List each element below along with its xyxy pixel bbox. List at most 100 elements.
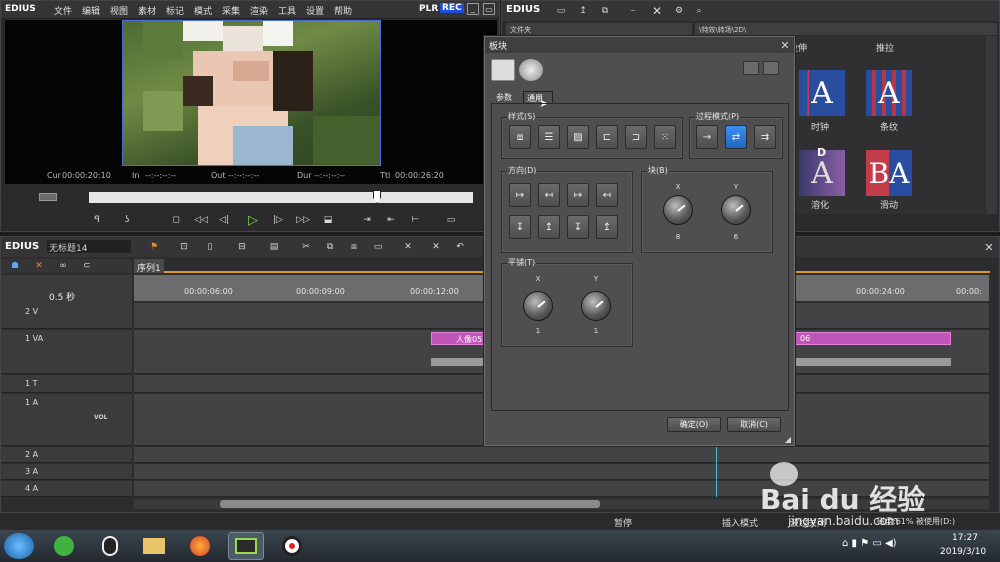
paste-icon[interactable]: ⧈	[347, 240, 361, 254]
resize-grip-icon[interactable]: ◢	[783, 434, 793, 444]
camera-icon[interactable]	[763, 61, 779, 75]
taskbar-app-qq[interactable]	[92, 532, 128, 560]
set-out-icon[interactable]: ʖ	[121, 213, 133, 227]
search-icon[interactable]: ⌕	[692, 4, 706, 18]
link-mode-icon[interactable]: ∞	[55, 260, 71, 272]
process-mode-2-button[interactable]: ⇄	[725, 125, 747, 149]
ok-button[interactable]: 确定(O)	[667, 417, 721, 432]
style-4-button[interactable]: ⊏	[596, 125, 618, 149]
bin-scrollbar[interactable]	[986, 36, 997, 214]
delete-clip-icon[interactable]: ✕	[401, 240, 415, 254]
rec-toggle[interactable]: REC	[440, 3, 464, 13]
link-icon[interactable]: ▭	[371, 240, 385, 254]
insert-icon[interactable]: ⇥	[359, 213, 375, 227]
track-header-3a[interactable]: 3 A	[1, 464, 132, 480]
group-icon[interactable]: ⊂	[79, 260, 95, 272]
ripple-delete-icon[interactable]: ✕	[429, 240, 443, 254]
copy-icon[interactable]: ⧉	[323, 240, 337, 254]
fast-forward-icon[interactable]: ▷▷	[295, 213, 311, 227]
start-button[interactable]	[4, 533, 34, 559]
replace-icon[interactable]: ⊢	[407, 213, 423, 227]
track-header-1t[interactable]: 1 T	[1, 375, 132, 393]
open-file-icon[interactable]: ⊟	[235, 240, 249, 254]
cut-icon[interactable]: ✂	[299, 240, 313, 254]
slide-thumb[interactable]: BA	[866, 150, 912, 196]
direction-4-button[interactable]: ↤	[596, 183, 618, 207]
restore-icon[interactable]: ▭	[483, 3, 495, 15]
track-header-1a[interactable]: 1 A VOL	[1, 394, 132, 446]
tile-x-knob[interactable]	[523, 291, 553, 321]
plr-toggle[interactable]: PLR	[419, 4, 438, 14]
tile-y-knob[interactable]	[581, 291, 611, 321]
minimize-icon[interactable]: _	[467, 3, 479, 15]
direction-5-button[interactable]: ↧	[509, 215, 531, 239]
menu-file[interactable]: 文件	[54, 4, 72, 17]
undo-icon[interactable]: ↶	[453, 240, 467, 254]
taskbar-app-green[interactable]	[46, 532, 82, 560]
stripes-thumb[interactable]: A	[866, 70, 912, 116]
set-in-icon[interactable]: ꟼ	[91, 213, 103, 227]
new-file-icon[interactable]: ▯	[203, 240, 217, 254]
track-header-2v[interactable]: 2 V	[1, 303, 132, 329]
menu-marker[interactable]: 标记	[166, 4, 184, 17]
direction-1-button[interactable]: ↦	[509, 183, 531, 207]
menu-mode[interactable]: 模式	[194, 4, 212, 17]
track-header-2a[interactable]: 2 A	[1, 447, 132, 463]
style-3-button[interactable]: ▨	[567, 125, 589, 149]
folder-icon[interactable]: ▭	[554, 4, 568, 18]
menu-tools[interactable]: 工具	[278, 4, 296, 17]
menu-help[interactable]: 帮助	[334, 4, 352, 17]
dialog-close-icon[interactable]: ✕	[778, 38, 792, 52]
process-mode-3-button[interactable]: ⇉	[754, 125, 776, 149]
menu-render[interactable]: 渲染	[250, 4, 268, 17]
scroll-thumb[interactable]	[220, 500, 600, 508]
style-2-button[interactable]: ☰	[538, 125, 560, 149]
overwrite-icon[interactable]: ⇤	[383, 213, 399, 227]
scrub-track[interactable]	[89, 192, 473, 203]
menu-edit[interactable]: 编辑	[82, 4, 100, 17]
zoom-level[interactable]: 0.5 秒	[49, 290, 75, 303]
taskbar-app-edius[interactable]	[228, 532, 264, 560]
stop-icon[interactable]: ◻	[169, 213, 183, 227]
style-6-button[interactable]: ⁙	[654, 125, 676, 149]
palette-icon[interactable]	[491, 59, 515, 81]
play-icon[interactable]: ▷	[245, 212, 261, 228]
layout-icon[interactable]: ⧉	[596, 4, 614, 18]
preset-icon[interactable]	[743, 61, 759, 75]
direction-3-button[interactable]: ↦	[567, 183, 589, 207]
open-project-icon[interactable]: ⊡	[177, 240, 191, 254]
close-x-icon[interactable]: ✕	[650, 4, 664, 18]
taskbar-app-recorder[interactable]	[274, 532, 310, 560]
tray-icons[interactable]: ⌂ ▮ ⚑ ▭ ◀)	[842, 538, 897, 549]
step-back-icon[interactable]: ◁|	[217, 213, 231, 227]
style-1-button[interactable]: ⧈	[509, 125, 531, 149]
track-header-1va[interactable]: 1 VA	[1, 330, 132, 374]
export-icon[interactable]: ▭	[443, 213, 459, 227]
style-5-button[interactable]: ⊐	[625, 125, 647, 149]
dialog-titlebar[interactable]: 板块 ✕	[485, 37, 794, 53]
vol-label[interactable]: VOL	[94, 414, 107, 421]
properties-icon[interactable]: ⚙	[672, 4, 686, 18]
status-insert-mode[interactable]: 插入模式	[722, 516, 758, 529]
save-icon[interactable]: ▤	[267, 240, 281, 254]
timer-icon[interactable]	[519, 59, 543, 81]
process-mode-1-button[interactable]: →	[696, 125, 718, 149]
tab-params[interactable]: 参数	[493, 91, 521, 103]
mode-icon[interactable]: ☗	[7, 260, 23, 272]
taskbar-app-firefox[interactable]	[182, 532, 218, 560]
shuttle-handle[interactable]	[39, 193, 57, 201]
delete-icon[interactable]: ⎯	[624, 4, 642, 18]
direction-7-button[interactable]: ↧	[567, 215, 589, 239]
clock-thumb[interactable]: A	[799, 70, 845, 116]
new-sequence-icon[interactable]: ⚑	[147, 240, 161, 254]
direction-2-button[interactable]: ↤	[538, 183, 560, 207]
menu-clip[interactable]: 素材	[138, 4, 156, 17]
block-x-knob[interactable]	[663, 195, 693, 225]
step-forward-icon[interactable]: |▷	[271, 213, 285, 227]
taskbar-app-explorer[interactable]	[136, 532, 172, 560]
menu-capture[interactable]: 采集	[222, 4, 240, 17]
track-header-4a[interactable]: 4 A	[1, 481, 132, 497]
position-slider[interactable]	[7, 189, 473, 205]
menu-view[interactable]: 视图	[110, 4, 128, 17]
sync-icon[interactable]: ✕	[31, 260, 47, 272]
